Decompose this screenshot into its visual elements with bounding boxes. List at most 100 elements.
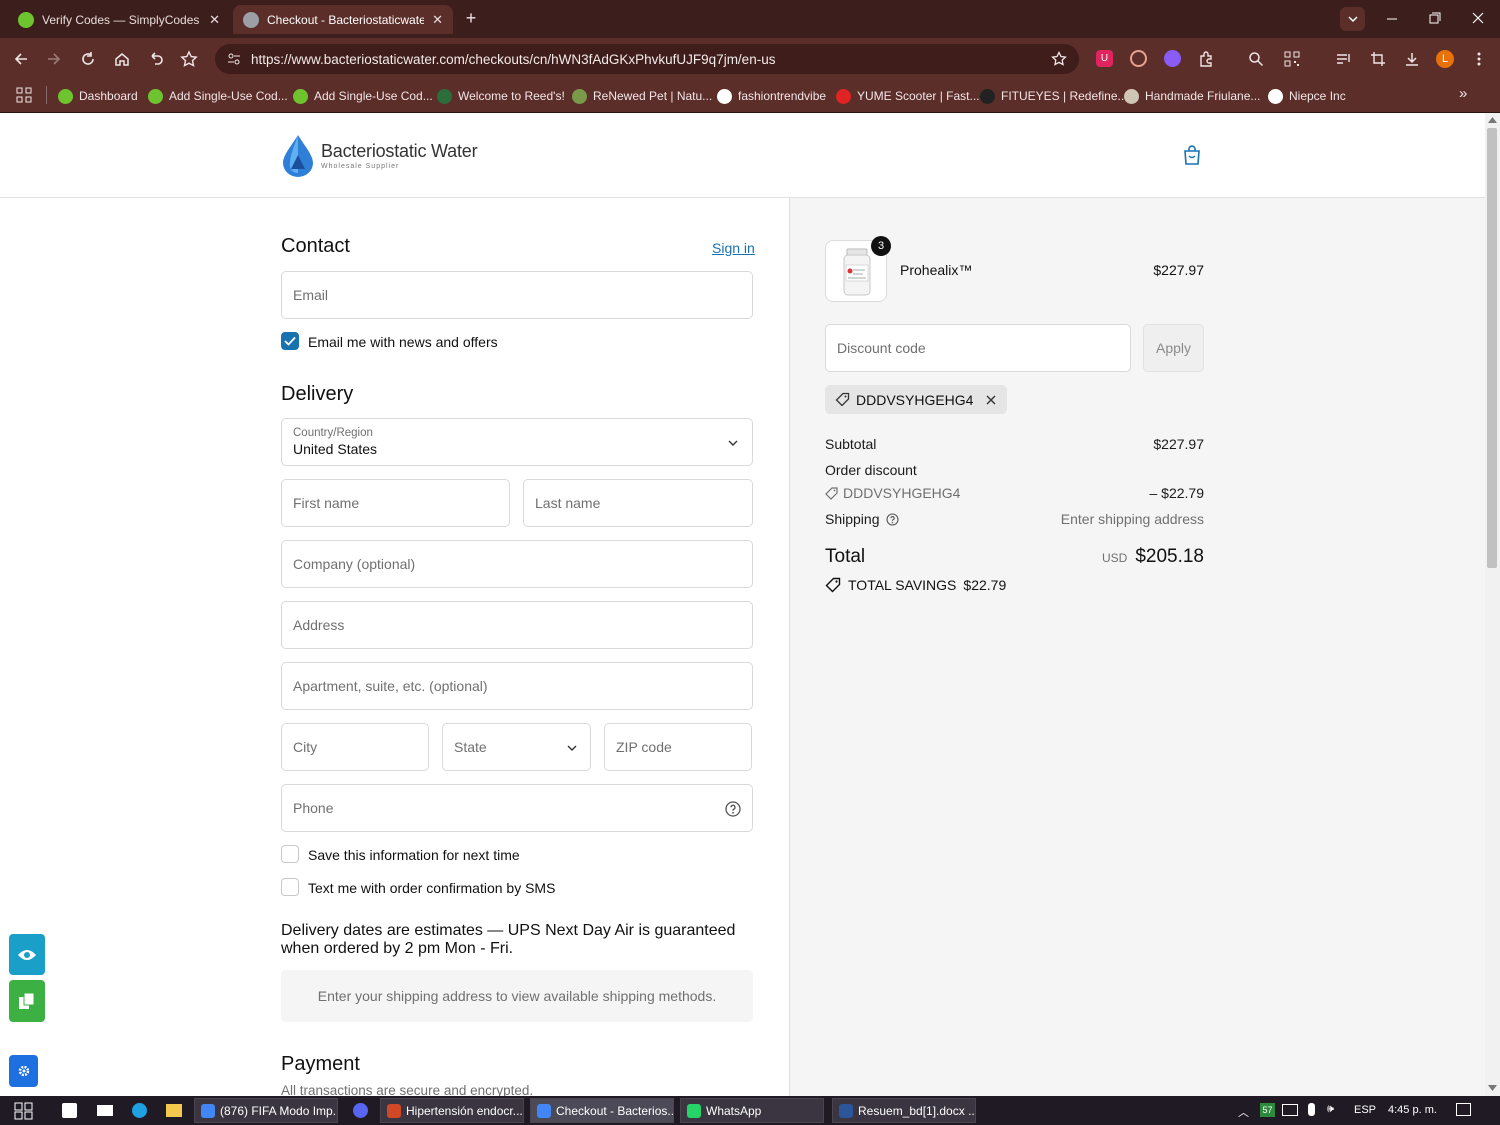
minimize-button[interactable] [1384, 8, 1400, 28]
microphone-icon[interactable] [1308, 1103, 1315, 1116]
start-button[interactable] [14, 1102, 34, 1120]
bookmark-item[interactable]: ReNewed Pet | Natu... [572, 85, 712, 107]
taskbar-window-button[interactable]: Hipertensión endocr... [380, 1098, 524, 1123]
apps-grid-icon[interactable] [16, 87, 32, 103]
discount-code-label: DDDVSYHGEHG4 [843, 485, 961, 501]
close-window-button[interactable] [1470, 8, 1486, 28]
restore-button[interactable] [1427, 8, 1443, 28]
bookmark-favicon-icon [58, 88, 73, 104]
notifications-icon[interactable] [1456, 1103, 1471, 1116]
bookmark-item[interactable]: Add Single-Use Cod... [293, 85, 433, 107]
tab-simplycodes[interactable]: Verify Codes — SimplyCodes ✕ [8, 5, 230, 34]
bookmark-item[interactable]: YUME Scooter | Fast... [836, 85, 979, 107]
apartment-field[interactable]: Apartment, suite, etc. (optional) [281, 662, 753, 710]
save-info-checkbox[interactable] [281, 845, 299, 863]
taskbar-window-button[interactable]: (876) FIFA Modo Imp... [194, 1098, 338, 1123]
page-scrollbar[interactable] [1485, 113, 1500, 1096]
address-field[interactable]: Address [281, 601, 753, 649]
search-icon[interactable] [1245, 48, 1267, 70]
taskbar-window-button[interactable]: WhatsApp [680, 1098, 824, 1123]
help-circle-icon[interactable] [885, 512, 899, 526]
visibility-widget-button[interactable] [9, 934, 45, 975]
bookmark-item[interactable]: Dashboard [58, 85, 138, 107]
forward-icon[interactable] [43, 48, 65, 70]
country-select[interactable]: Country/Region United States [281, 418, 753, 466]
company-field[interactable]: Company (optional) [281, 540, 753, 588]
network-icon[interactable] [1282, 1104, 1298, 1116]
tray-badge-icon[interactable]: 57 [1260, 1103, 1275, 1117]
bookmark-item[interactable]: Welcome to Reed's! [437, 85, 565, 107]
edge-icon[interactable] [132, 1103, 147, 1118]
store-icon[interactable] [62, 1103, 77, 1118]
bookmark-item[interactable]: Add Single-Use Cod... [148, 85, 288, 107]
new-tab-button[interactable]: + [462, 8, 480, 30]
phone-field[interactable]: Phone [281, 784, 753, 832]
remove-discount-icon[interactable] [985, 394, 997, 406]
zip-field[interactable]: ZIP code [604, 723, 752, 771]
profile-avatar[interactable]: L [1436, 50, 1454, 68]
scroll-up-arrow-icon[interactable] [1488, 117, 1497, 123]
apply-discount-button[interactable]: Apply [1143, 324, 1204, 372]
tab-checkout[interactable]: Checkout - Bacteriostaticwater. ✕ [233, 5, 453, 34]
undo-icon[interactable] [144, 48, 166, 70]
last-name-field[interactable]: Last name [523, 479, 753, 527]
crop-icon[interactable] [1367, 48, 1389, 70]
back-icon[interactable] [10, 48, 32, 70]
help-circle-icon[interactable] [725, 801, 741, 817]
menu-kebab-icon[interactable] [1468, 48, 1490, 70]
discount-code-input[interactable]: Discount code [825, 324, 1131, 372]
mail-icon[interactable] [97, 1105, 113, 1116]
state-select[interactable]: State [442, 723, 591, 771]
bookmark-label: Niepce Inc [1289, 89, 1346, 103]
news-checkbox-label[interactable]: Email me with news and offers [308, 334, 498, 350]
email-field[interactable]: Email [281, 271, 753, 319]
file-explorer-icon[interactable] [166, 1104, 182, 1117]
more-bookmarks-chevron-icon[interactable]: » [1459, 85, 1467, 102]
first-name-field[interactable]: First name [281, 479, 510, 527]
url-text[interactable]: https://www.bacteriostaticwater.com/chec… [251, 52, 1041, 67]
clock[interactable]: 4:45 p. m. [1388, 1104, 1437, 1116]
sms-checkbox[interactable] [281, 878, 299, 896]
download-icon[interactable] [1401, 48, 1423, 70]
sms-label[interactable]: Text me with order confirmation by SMS [308, 880, 555, 896]
subtotal-row: Subtotal $227.97 [825, 436, 1204, 452]
bookmark-item[interactable]: Niepce Inc [1268, 85, 1346, 107]
sign-in-link[interactable]: Sign in [712, 240, 755, 256]
scroll-down-arrow-icon[interactable] [1488, 1085, 1497, 1091]
ublock-extension-icon[interactable]: U [1096, 50, 1113, 67]
discord-icon[interactable] [353, 1103, 368, 1118]
volume-icon[interactable]: 🕪 [1327, 1103, 1334, 1116]
tab-search-button[interactable] [1340, 7, 1365, 31]
bookmark-item[interactable]: fashiontrendvibe [717, 85, 826, 107]
applied-code-text: DDDVSYHGEHG4 [856, 391, 974, 408]
home-icon[interactable] [111, 48, 133, 70]
star-icon[interactable] [1051, 51, 1067, 67]
qr-code-icon[interactable] [1281, 48, 1303, 70]
taskbar-window-button[interactable]: Resuem_bd[1].docx ... [832, 1098, 976, 1123]
brand-tagline: Wholesale Supplier [321, 162, 400, 170]
extension-purple-icon[interactable] [1164, 50, 1181, 67]
address-bar[interactable]: https://www.bacteriostaticwater.com/chec… [215, 44, 1079, 74]
extension-flower-icon[interactable] [1130, 50, 1147, 67]
brand-logo[interactable]: Bacteriostatic Water Wholesale Supplier [281, 133, 478, 177]
media-queue-icon[interactable] [1333, 48, 1355, 70]
app-icon [201, 1103, 215, 1118]
site-settings-icon[interactable] [227, 52, 241, 66]
extensions-puzzle-icon[interactable] [1195, 48, 1217, 70]
scrollbar-thumb[interactable] [1487, 128, 1497, 568]
reload-icon[interactable] [77, 48, 99, 70]
close-tab-icon[interactable]: ✕ [432, 12, 443, 28]
save-info-label[interactable]: Save this information for next time [308, 847, 520, 863]
news-checkbox[interactable] [281, 332, 299, 350]
taskbar-window-button[interactable]: Checkout - Bacterios... [530, 1098, 674, 1123]
bookmark-star-icon[interactable] [178, 48, 200, 70]
language-indicator[interactable]: ESP [1354, 1104, 1376, 1116]
tray-chevron-icon[interactable]: ︿ [1238, 1104, 1249, 1120]
copy-widget-button[interactable] [9, 980, 45, 1022]
bookmark-item[interactable]: Handmade Friulane... [1124, 85, 1260, 107]
cart-bag-icon[interactable] [1181, 143, 1203, 167]
city-field[interactable]: City [281, 723, 429, 771]
settings-widget-button[interactable] [9, 1055, 38, 1087]
bookmark-item[interactable]: FITUEYES | Redefine... [980, 85, 1128, 107]
close-tab-icon[interactable]: ✕ [209, 12, 220, 28]
